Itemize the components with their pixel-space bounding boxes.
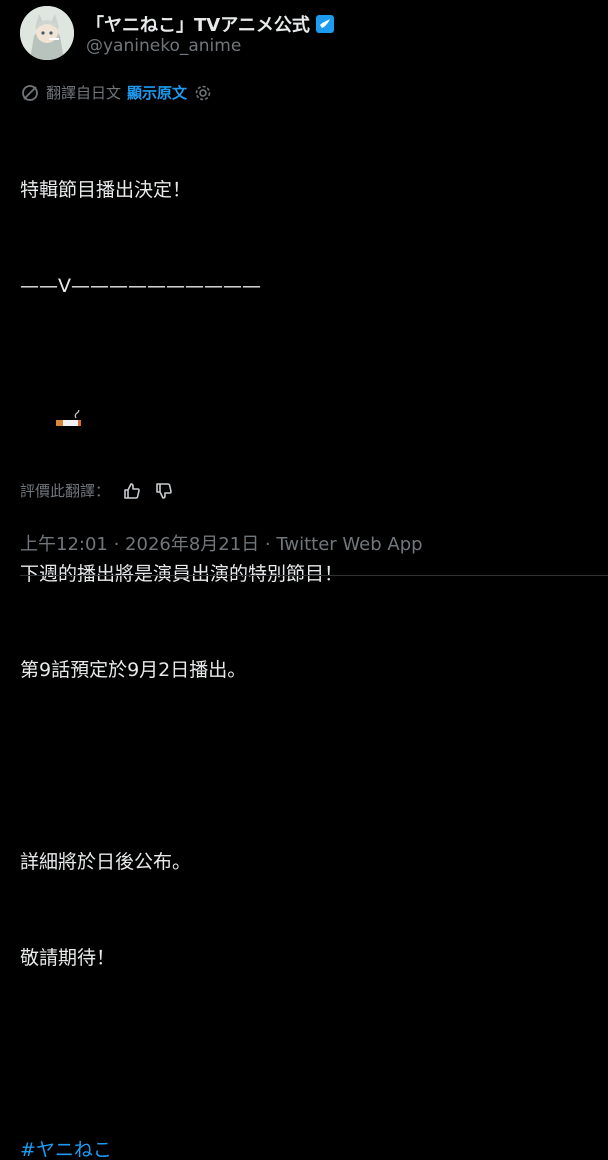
verified-badge-icon: [315, 14, 335, 34]
tweet-line-1: 特輯節目播出決定！: [20, 179, 192, 201]
thumbs-up-icon[interactable]: [122, 481, 142, 501]
translated-from-label: 翻譯自日文: [46, 84, 122, 102]
thumbs-down-icon[interactable]: [154, 481, 174, 501]
display-name[interactable]: 「ヤニねこ」TVアニメ公式: [86, 11, 335, 37]
tweet-text: 特輯節目播出決定！ ——V—————————— 下週的播出將是演員出演的特別節目…: [20, 110, 590, 1160]
tweet-header: 「ヤニねこ」TVアニメ公式 @yanineko_anime: [20, 6, 600, 60]
show-original-link[interactable]: 顯示原文: [127, 82, 187, 103]
tweet-line-emoji: [20, 366, 590, 426]
dash-prefix: ——: [20, 275, 58, 297]
avatar[interactable]: [20, 6, 74, 60]
gear-icon[interactable]: [193, 83, 213, 103]
tweet-metadata[interactable]: 上午12:01 · 2026年8月21日 · Twitter Web App: [20, 530, 423, 556]
display-name-text: 「ヤニねこ」TVアニメ公式: [86, 15, 310, 36]
user-handle[interactable]: @yanineko_anime: [86, 36, 241, 56]
tweet-line-3: 第9話預定於9月2日播出。: [20, 659, 247, 681]
tweet-line-dash: ——V——————————: [20, 270, 590, 302]
rate-translation-label: 評價此翻譯：: [20, 482, 111, 500]
hashtag-link[interactable]: #ヤニねこ: [20, 1134, 590, 1160]
dash-v: V: [58, 275, 71, 297]
cigarette-icon: [20, 374, 82, 426]
rate-translation: 評價此翻譯：: [20, 480, 174, 501]
divider: [20, 575, 608, 576]
tweet-line-4: 詳細將於日後公布。: [20, 851, 192, 873]
dash-suffix: ——————————: [71, 275, 261, 297]
tweet-line-5: 敬請期待！: [20, 947, 116, 969]
tweet-line-2: 下週的播出將是演員出演的特別節目！: [20, 563, 344, 585]
translation-bar: 翻譯自日文 顯示原文: [20, 82, 213, 103]
translate-icon: [20, 83, 40, 103]
